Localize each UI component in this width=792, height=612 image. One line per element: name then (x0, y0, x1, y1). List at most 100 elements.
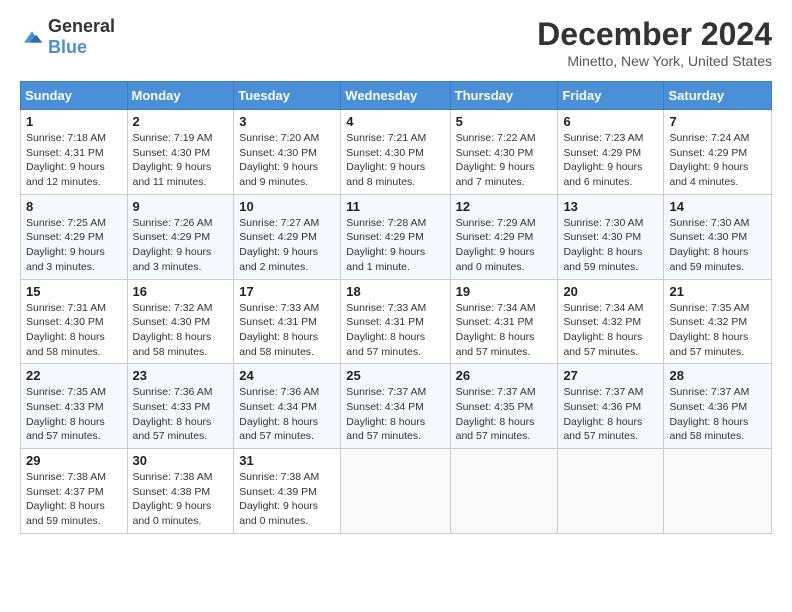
day-info: Sunrise: 7:28 AMSunset: 4:29 PMDaylight:… (346, 216, 444, 275)
day-info: Sunrise: 7:29 AMSunset: 4:29 PMDaylight:… (456, 216, 553, 275)
day-number: 16 (133, 284, 229, 299)
logo: General Blue (20, 16, 115, 58)
calendar-cell: 6 Sunrise: 7:23 AMSunset: 4:29 PMDaylight… (558, 110, 664, 195)
day-info: Sunrise: 7:24 AMSunset: 4:29 PMDaylight:… (669, 131, 766, 190)
calendar-cell (558, 449, 664, 534)
day-number: 2 (133, 114, 229, 129)
calendar-header-monday: Monday (127, 82, 234, 110)
calendar-header-row: SundayMondayTuesdayWednesdayThursdayFrid… (21, 82, 772, 110)
calendar-header-wednesday: Wednesday (341, 82, 450, 110)
calendar-cell: 9 Sunrise: 7:26 AMSunset: 4:29 PMDaylight… (127, 194, 234, 279)
calendar-cell: 16 Sunrise: 7:32 AMSunset: 4:30 PMDayligh… (127, 279, 234, 364)
calendar-week-5: 29 Sunrise: 7:38 AMSunset: 4:37 PMDayligh… (21, 449, 772, 534)
calendar-cell: 3Sunrise: 7:20 AMSunset: 4:30 PMDaylight… (234, 110, 341, 195)
calendar-header-saturday: Saturday (664, 82, 772, 110)
day-number: 9 (133, 199, 229, 214)
day-number: 10 (239, 199, 335, 214)
day-info: Sunrise: 7:26 AMSunset: 4:29 PMDaylight:… (133, 216, 229, 275)
logo-text: General Blue (48, 16, 115, 58)
calendar-cell: 29 Sunrise: 7:38 AMSunset: 4:37 PMDayligh… (21, 449, 128, 534)
day-number: 28 (669, 368, 766, 383)
calendar-cell (341, 449, 450, 534)
calendar-cell: 5 Sunrise: 7:22 AMSunset: 4:30 PMDaylight… (450, 110, 558, 195)
day-info: Sunrise: 7:36 AMSunset: 4:34 PMDaylight:… (239, 385, 335, 444)
day-info: Sunrise: 7:38 AMSunset: 4:39 PMDaylight:… (239, 470, 335, 529)
day-number: 1 (26, 114, 122, 129)
subtitle: Minetto, New York, United States (537, 53, 772, 69)
day-info: Sunrise: 7:37 AMSunset: 4:36 PMDaylight:… (563, 385, 658, 444)
day-number: 4 (346, 114, 444, 129)
day-number: 5 (456, 114, 553, 129)
calendar-cell (664, 449, 772, 534)
calendar-cell: 30Sunrise: 7:38 AMSunset: 4:38 PMDayligh… (127, 449, 234, 534)
day-info: Sunrise: 7:35 AMSunset: 4:32 PMDaylight:… (669, 301, 766, 360)
header: General Blue December 2024 Minetto, New … (20, 16, 772, 69)
calendar-header-thursday: Thursday (450, 82, 558, 110)
calendar-cell: 8 Sunrise: 7:25 AMSunset: 4:29 PMDaylight… (21, 194, 128, 279)
day-number: 24 (239, 368, 335, 383)
day-number: 31 (239, 453, 335, 468)
calendar-cell (450, 449, 558, 534)
day-info: Sunrise: 7:33 AMSunset: 4:31 PMDaylight:… (346, 301, 444, 360)
day-number: 8 (26, 199, 122, 214)
calendar-cell: 21 Sunrise: 7:35 AMSunset: 4:32 PMDayligh… (664, 279, 772, 364)
logo-blue: Blue (48, 37, 87, 57)
day-number: 7 (669, 114, 766, 129)
day-info: Sunrise: 7:37 AMSunset: 4:34 PMDaylight:… (346, 385, 444, 444)
calendar-cell: 18Sunrise: 7:33 AMSunset: 4:31 PMDayligh… (341, 279, 450, 364)
day-info: Sunrise: 7:37 AMSunset: 4:35 PMDaylight:… (456, 385, 553, 444)
day-info: Sunrise: 7:19 AMSunset: 4:30 PMDaylight:… (133, 131, 229, 190)
day-info: Sunrise: 7:18 AMSunset: 4:31 PMDaylight:… (26, 131, 122, 190)
day-info: Sunrise: 7:32 AMSunset: 4:30 PMDaylight:… (133, 301, 229, 360)
day-info: Sunrise: 7:31 AMSunset: 4:30 PMDaylight:… (26, 301, 122, 360)
day-number: 15 (26, 284, 122, 299)
calendar-header-friday: Friday (558, 82, 664, 110)
day-number: 20 (563, 284, 658, 299)
calendar-cell: 17Sunrise: 7:33 AMSunset: 4:31 PMDayligh… (234, 279, 341, 364)
day-number: 23 (133, 368, 229, 383)
day-number: 30 (133, 453, 229, 468)
calendar-cell: 10 Sunrise: 7:27 AMSunset: 4:29 PMDayligh… (234, 194, 341, 279)
calendar-cell: 19Sunrise: 7:34 AMSunset: 4:31 PMDayligh… (450, 279, 558, 364)
calendar-cell: 23 Sunrise: 7:36 AMSunset: 4:33 PMDayligh… (127, 364, 234, 449)
day-info: Sunrise: 7:38 AMSunset: 4:37 PMDaylight:… (26, 470, 122, 529)
day-info: Sunrise: 7:27 AMSunset: 4:29 PMDaylight:… (239, 216, 335, 275)
day-number: 27 (563, 368, 658, 383)
day-number: 17 (239, 284, 335, 299)
day-info: Sunrise: 7:36 AMSunset: 4:33 PMDaylight:… (133, 385, 229, 444)
calendar-cell: 11Sunrise: 7:28 AMSunset: 4:29 PMDayligh… (341, 194, 450, 279)
calendar-cell: 31 Sunrise: 7:38 AMSunset: 4:39 PMDayligh… (234, 449, 341, 534)
calendar-cell: 2 Sunrise: 7:19 AMSunset: 4:30 PMDaylight… (127, 110, 234, 195)
day-number: 6 (563, 114, 658, 129)
calendar-week-1: 1 Sunrise: 7:18 AMSunset: 4:31 PMDaylight… (21, 110, 772, 195)
calendar-cell: 22Sunrise: 7:35 AMSunset: 4:33 PMDayligh… (21, 364, 128, 449)
calendar-week-2: 8 Sunrise: 7:25 AMSunset: 4:29 PMDaylight… (21, 194, 772, 279)
calendar-cell: 15 Sunrise: 7:31 AMSunset: 4:30 PMDayligh… (21, 279, 128, 364)
logo-general: General (48, 16, 115, 36)
calendar-cell: 27 Sunrise: 7:37 AMSunset: 4:36 PMDayligh… (558, 364, 664, 449)
day-info: Sunrise: 7:35 AMSunset: 4:33 PMDaylight:… (26, 385, 122, 444)
calendar-cell: 12Sunrise: 7:29 AMSunset: 4:29 PMDayligh… (450, 194, 558, 279)
day-number: 29 (26, 453, 122, 468)
calendar-week-4: 22Sunrise: 7:35 AMSunset: 4:33 PMDayligh… (21, 364, 772, 449)
day-info: Sunrise: 7:23 AMSunset: 4:29 PMDaylight:… (563, 131, 658, 190)
day-number: 14 (669, 199, 766, 214)
calendar-cell: 24 Sunrise: 7:36 AMSunset: 4:34 PMDayligh… (234, 364, 341, 449)
calendar-week-3: 15 Sunrise: 7:31 AMSunset: 4:30 PMDayligh… (21, 279, 772, 364)
main-title: December 2024 (537, 16, 772, 53)
day-number: 19 (456, 284, 553, 299)
calendar-cell: 13 Sunrise: 7:30 AMSunset: 4:30 PMDayligh… (558, 194, 664, 279)
calendar: SundayMondayTuesdayWednesdayThursdayFrid… (20, 81, 772, 534)
day-info: Sunrise: 7:22 AMSunset: 4:30 PMDaylight:… (456, 131, 553, 190)
calendar-cell: 26Sunrise: 7:37 AMSunset: 4:35 PMDayligh… (450, 364, 558, 449)
calendar-cell: 28Sunrise: 7:37 AMSunset: 4:36 PMDayligh… (664, 364, 772, 449)
day-number: 25 (346, 368, 444, 383)
day-info: Sunrise: 7:30 AMSunset: 4:30 PMDaylight:… (563, 216, 658, 275)
calendar-cell: 20 Sunrise: 7:34 AMSunset: 4:32 PMDayligh… (558, 279, 664, 364)
day-number: 21 (669, 284, 766, 299)
calendar-cell: 1 Sunrise: 7:18 AMSunset: 4:31 PMDaylight… (21, 110, 128, 195)
day-info: Sunrise: 7:34 AMSunset: 4:32 PMDaylight:… (563, 301, 658, 360)
day-info: Sunrise: 7:25 AMSunset: 4:29 PMDaylight:… (26, 216, 122, 275)
calendar-header-sunday: Sunday (21, 82, 128, 110)
day-number: 13 (563, 199, 658, 214)
